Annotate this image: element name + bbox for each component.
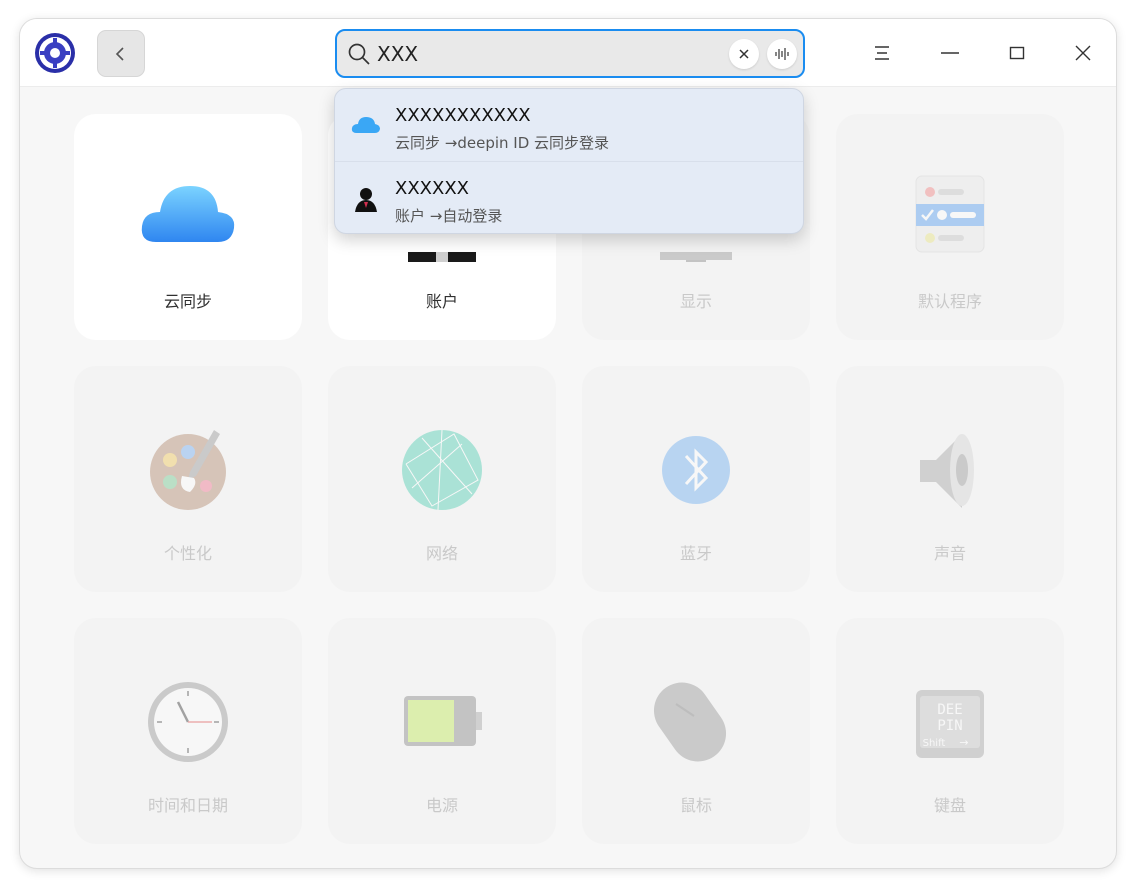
back-button[interactable]: [97, 30, 145, 77]
module-label: 时间和日期: [147, 796, 228, 815]
clear-search-button[interactable]: [729, 39, 759, 69]
menu-icon: [875, 46, 889, 60]
module-bluetooth[interactable]: 蓝牙: [582, 366, 810, 592]
close-icon: [1075, 45, 1091, 61]
default-apps-icon: [900, 172, 1000, 262]
module-label: 鼠标: [679, 796, 712, 815]
menu-button[interactable]: [862, 33, 902, 73]
suggestion-path: 云同步 →deepin ID 云同步登录: [395, 134, 610, 152]
search-box[interactable]: [335, 29, 805, 78]
chevron-left-icon: [115, 46, 124, 61]
voice-wave-icon: [775, 48, 789, 60]
module-default-apps[interactable]: 默认程序: [836, 114, 1064, 340]
module-label: 电源: [425, 796, 458, 815]
minimize-button[interactable]: [930, 33, 970, 73]
keyboard-icon: DEE PIN Shift →: [900, 676, 1000, 766]
settings-window: 云同步 账户 显示: [19, 18, 1117, 869]
module-label: 键盘: [933, 796, 966, 815]
search-icon: [348, 43, 370, 65]
module-mouse[interactable]: 鼠标: [582, 618, 810, 844]
close-icon: [739, 49, 749, 59]
module-label: 蓝牙: [679, 544, 712, 563]
suggestion-item[interactable]: XXXXXXXXXXX 云同步 →deepin ID 云同步登录: [335, 89, 803, 159]
cloud-icon: [351, 113, 381, 139]
module-label: 账户: [425, 292, 458, 311]
mouse-icon: [646, 676, 746, 766]
module-label: 显示: [679, 292, 712, 311]
suggestion-title: XXXXXXXXXXX: [395, 105, 531, 126]
minimize-icon: [941, 52, 959, 54]
speaker-icon: [900, 424, 1000, 514]
module-sound[interactable]: 声音: [836, 366, 1064, 592]
module-label: 默认程序: [917, 292, 982, 311]
account-icon: [351, 186, 381, 212]
keyboard-keys-row2: PIN: [937, 718, 962, 734]
keyboard-key-arrow: →: [959, 736, 968, 749]
titlebar: [20, 19, 1116, 87]
module-personalization[interactable]: 个性化: [74, 366, 302, 592]
clock-icon: [138, 676, 238, 766]
battery-icon: [392, 676, 492, 766]
cloud-icon: [138, 172, 238, 262]
module-label: 声音: [933, 544, 966, 563]
maximize-button[interactable]: [997, 33, 1037, 73]
bluetooth-icon: [646, 424, 746, 514]
keyboard-key-shift: Shift: [923, 738, 946, 749]
keyboard-keys-row1: DEE: [937, 702, 962, 718]
suggestion-path: 账户 →自动登录: [395, 207, 503, 225]
module-network[interactable]: 网络: [328, 366, 556, 592]
suggestion-title: XXXXXX: [395, 178, 469, 199]
suggestion-item[interactable]: XXXXXX 账户 →自动登录: [335, 161, 803, 231]
control-center-icon: [34, 32, 76, 74]
voice-input-button[interactable]: [767, 39, 797, 69]
palette-icon: [138, 424, 238, 514]
module-label: 网络: [425, 544, 458, 563]
close-button[interactable]: [1063, 33, 1103, 73]
module-cloud-sync[interactable]: 云同步: [74, 114, 302, 340]
search-input[interactable]: [377, 39, 717, 69]
module-datetime[interactable]: 时间和日期: [74, 618, 302, 844]
network-icon: [392, 424, 492, 514]
search-suggestions-popup: XXXXXXXXXXX 云同步 →deepin ID 云同步登录 XXXXXX …: [334, 88, 804, 234]
module-keyboard[interactable]: DEE PIN Shift → 键盘: [836, 618, 1064, 844]
module-power[interactable]: 电源: [328, 618, 556, 844]
maximize-icon: [1009, 46, 1025, 60]
module-label: 云同步: [163, 292, 212, 311]
module-label: 个性化: [163, 544, 212, 563]
